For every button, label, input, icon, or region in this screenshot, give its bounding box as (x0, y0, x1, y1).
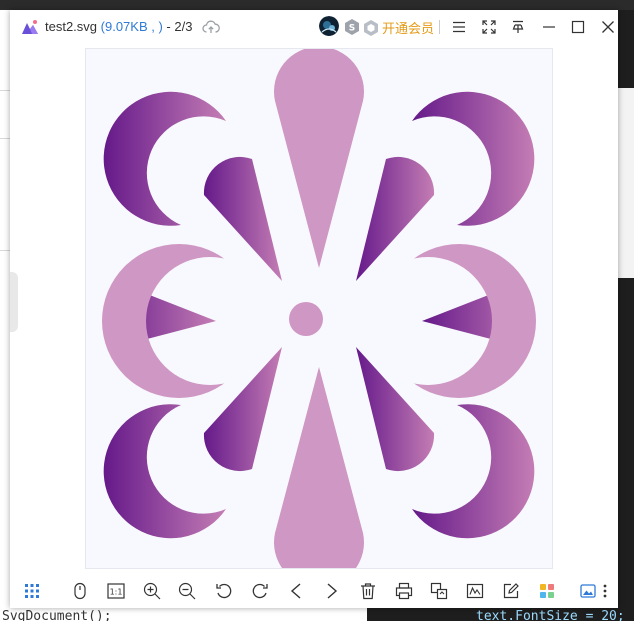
actual-size-button[interactable]: 1:1 (105, 580, 127, 602)
close-icon (602, 21, 614, 33)
corner-shape-top-right (412, 91, 535, 226)
more-icon (603, 584, 607, 598)
minimize-icon (543, 26, 555, 28)
delete-icon (361, 583, 375, 600)
zoom-in-icon (143, 582, 161, 600)
next-icon (327, 583, 338, 599)
corner-shape-bottom-left (103, 404, 226, 539)
rotate-right-icon (252, 583, 268, 599)
close-button[interactable] (598, 17, 618, 37)
window-title: test2.svg (9.07KB , ) - 2/3 (45, 19, 192, 34)
corner-shape-top-left (103, 91, 226, 226)
crescent-left (102, 244, 256, 398)
zoom-out-icon (178, 582, 196, 600)
apps-button[interactable] (536, 580, 558, 602)
print-button[interactable] (393, 580, 415, 602)
page-counter: - 2/3 (166, 19, 193, 34)
file-name: test2.svg (45, 19, 98, 34)
s-badge-icon: S (345, 19, 359, 35)
rotate-right-button[interactable] (249, 580, 271, 602)
crescent-right (382, 244, 536, 398)
rotate-left-icon (216, 583, 232, 599)
maximize-icon (571, 20, 585, 34)
annotate-icon (503, 583, 519, 599)
grid-icon (25, 584, 39, 598)
pin-button[interactable] (508, 17, 528, 37)
next-button[interactable] (321, 580, 343, 602)
center-dot (289, 302, 323, 336)
mouse-icon (74, 582, 86, 600)
displayed-image (102, 49, 536, 568)
corner-shape-bottom-right (412, 404, 535, 539)
image-canvas[interactable] (85, 48, 553, 569)
annotate-button[interactable] (500, 580, 522, 602)
edit-image-icon (466, 583, 484, 599)
delete-button[interactable] (357, 580, 379, 602)
print-icon (395, 582, 413, 600)
minimize-button[interactable] (539, 17, 559, 37)
petal-bottom (274, 367, 364, 568)
actual-size-label: 1:1 (110, 588, 123, 597)
image-viewer-window: test2.svg (9.07KB , ) - 2/3 S 开通会员 1:1 (10, 10, 618, 608)
zoom-in-button[interactable] (141, 580, 163, 602)
fullscreen-icon (482, 20, 496, 34)
cloud-upload-icon[interactable] (202, 18, 220, 36)
background-editor-right-panel (618, 88, 634, 278)
titlebar-separator (439, 20, 440, 34)
mouse-mode-button[interactable] (69, 580, 91, 602)
actual-size-icon: 1:1 (107, 583, 125, 599)
edit-image-button[interactable] (464, 580, 486, 602)
bottom-toolbar: 1:1 (10, 575, 618, 608)
prev-icon (290, 583, 301, 599)
maximize-button[interactable] (568, 17, 588, 37)
title-bar[interactable]: test2.svg (9.07KB , ) - 2/3 S 开通会员 (10, 10, 618, 44)
more-button[interactable] (598, 580, 612, 602)
background-code-left: SvgDocument(); (2, 609, 112, 621)
wallpaper-icon (580, 584, 596, 598)
convert-icon (430, 582, 448, 600)
convert-button[interactable] (428, 580, 450, 602)
wallpaper-button[interactable] (577, 580, 599, 602)
file-meta: (9.07KB , ) (100, 19, 163, 34)
side-panel-toggle[interactable] (10, 272, 18, 332)
background-editor-strip (0, 0, 634, 10)
fullscreen-button[interactable] (479, 17, 499, 37)
hex-badge-icon (364, 19, 378, 36)
apps-icon (540, 584, 554, 598)
picture-viewer-logo (22, 20, 38, 34)
vip-link[interactable]: 开通会员 (364, 18, 434, 37)
thumbnail-grid-button[interactable] (21, 580, 43, 602)
background-code-right: text.FontSize = 20; (476, 609, 625, 621)
svg-text:S: S (349, 24, 355, 34)
menu-icon (453, 21, 465, 33)
background-editor-bottom: SvgDocument(); text.FontSize = 20; (0, 608, 634, 621)
rotate-left-button[interactable] (213, 580, 235, 602)
vip-label: 开通会员 (382, 21, 435, 36)
menu-button[interactable] (449, 17, 469, 37)
pin-icon (512, 20, 524, 33)
petal-top (274, 49, 364, 268)
zoom-out-button[interactable] (176, 580, 198, 602)
user-avatar[interactable] (319, 16, 339, 36)
previous-button[interactable] (285, 580, 307, 602)
